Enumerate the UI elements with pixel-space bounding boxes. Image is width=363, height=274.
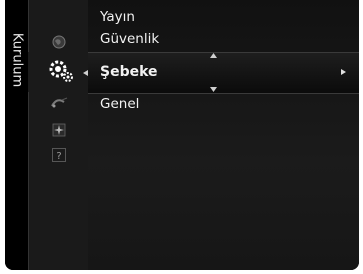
globe-icon[interactable] — [51, 34, 67, 50]
gear-icon[interactable] — [47, 58, 75, 84]
down-arrow-icon[interactable] — [210, 87, 217, 92]
sparkle-icon[interactable] — [51, 122, 67, 138]
category-label: Kurulum — [9, 32, 25, 88]
right-arrow-icon[interactable] — [341, 69, 346, 75]
up-arrow-icon[interactable] — [210, 53, 217, 58]
category-tab: Kurulum — [5, 0, 28, 270]
svg-text:?: ? — [56, 151, 61, 162]
tv-menu-frame: Kurulum ? Yayın Güvenlik Şebeke Genel — [0, 0, 363, 274]
help-icon[interactable]: ? — [51, 147, 67, 163]
menu-item-genel[interactable]: Genel — [100, 96, 139, 112]
menu-item-sebeke[interactable]: Şebeke — [100, 64, 158, 80]
menu-item-guvenlik[interactable]: Güvenlik — [100, 31, 159, 47]
satellite-icon[interactable] — [50, 96, 68, 108]
tv-menu-screen: Kurulum ? Yayın Güvenlik Şebeke Genel — [5, 0, 359, 270]
menu-item-yayin[interactable]: Yayın — [100, 9, 135, 25]
